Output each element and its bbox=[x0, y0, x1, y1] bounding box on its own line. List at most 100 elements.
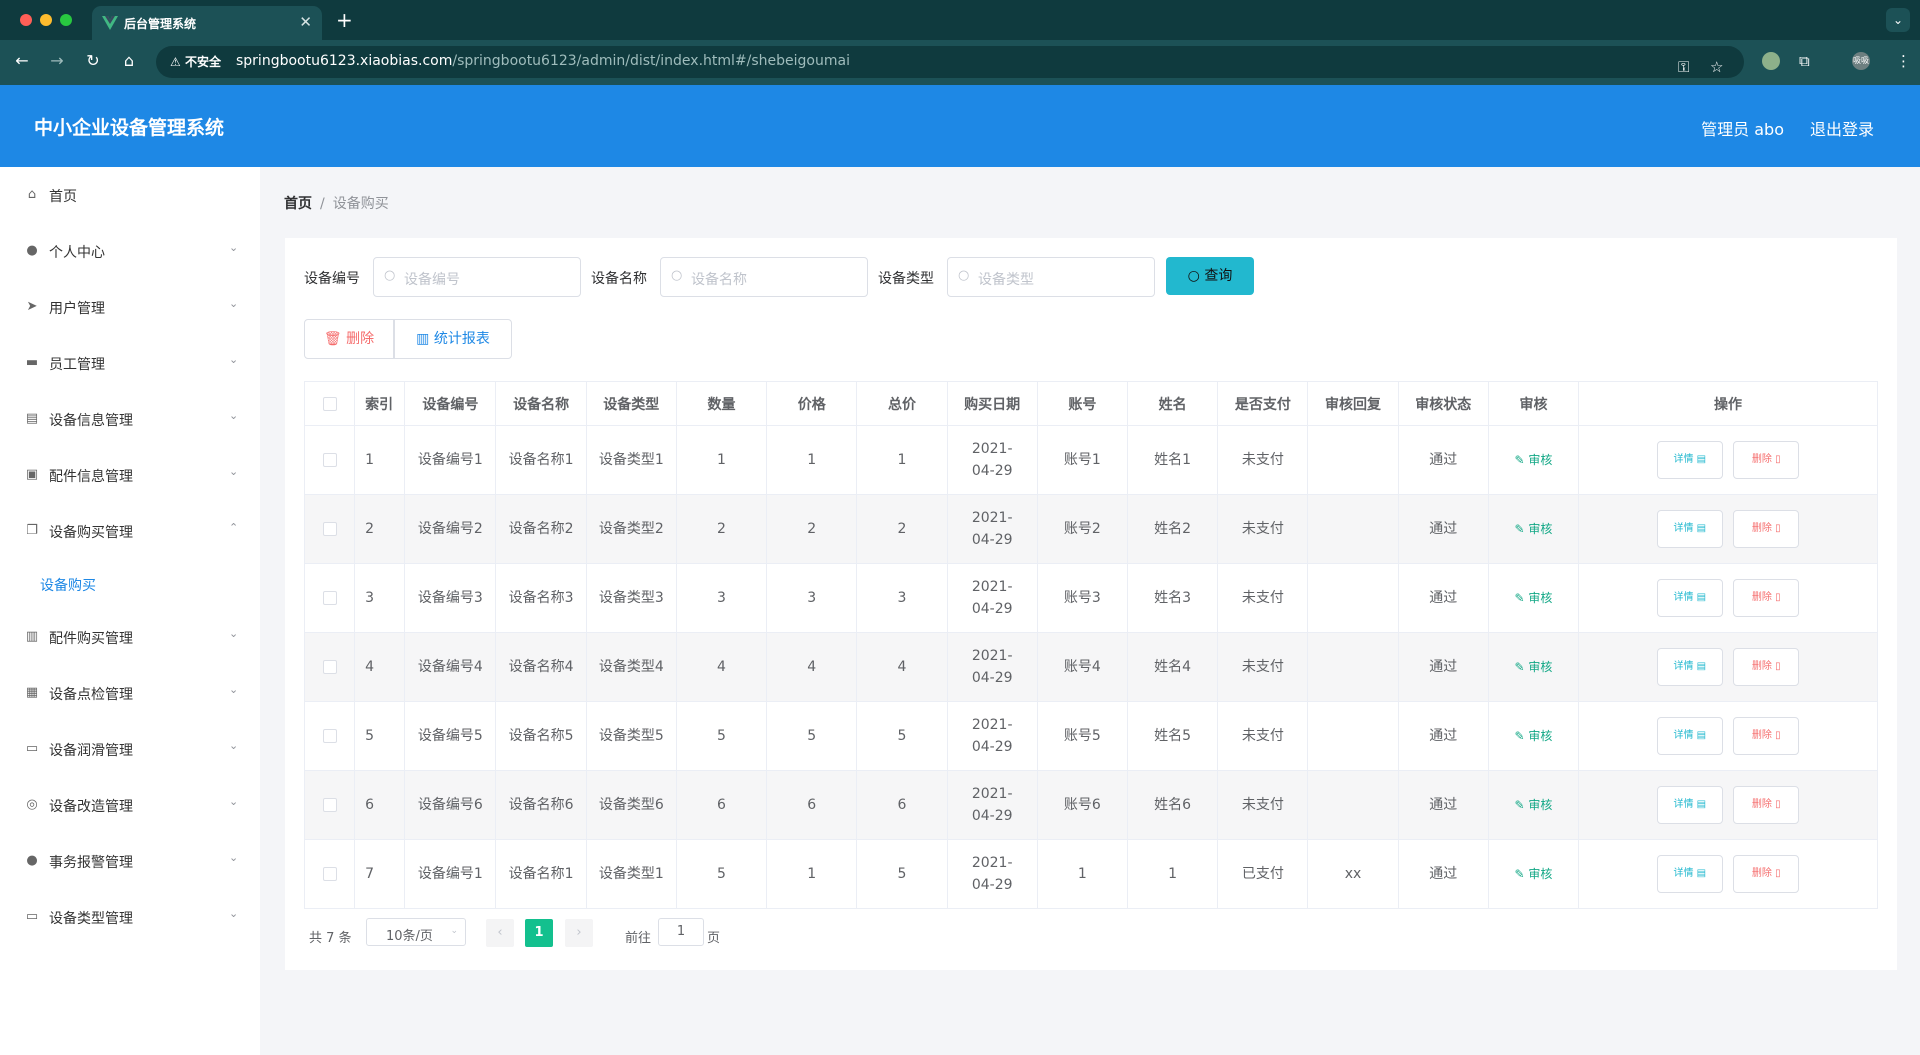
device-code-input[interactable]: ○ 设备编号 bbox=[373, 257, 581, 297]
profile-avatar[interactable]: 吸吸 bbox=[1852, 52, 1870, 70]
reload-icon[interactable]: ↻ bbox=[82, 51, 104, 70]
delete-button[interactable]: 删除 ▯ bbox=[1733, 855, 1800, 893]
sidebar-item-home[interactable]: ⌂ 首页 bbox=[0, 175, 260, 215]
browser-tab[interactable]: 后台管理系统 ✕ bbox=[92, 6, 322, 40]
prev-page-button[interactable]: ‹ bbox=[486, 919, 514, 947]
sidebar-item-device-inspection[interactable]: ▦ 设备点检管理 ⌄ bbox=[0, 673, 260, 713]
device-type-input[interactable]: ○ 设备类型 bbox=[947, 257, 1155, 297]
minimize-window-button[interactable] bbox=[40, 14, 52, 26]
detail-button[interactable]: 详情 ▤ bbox=[1656, 717, 1723, 755]
delete-button[interactable]: 删除 ▯ bbox=[1733, 510, 1800, 548]
sidebar-subitem-device-purchase[interactable]: 设备购买 bbox=[40, 575, 96, 595]
cell-type: 设备类型1 bbox=[585, 425, 677, 495]
breadcrumb-home[interactable]: 首页 bbox=[284, 196, 312, 212]
row-checkbox[interactable] bbox=[303, 563, 356, 633]
tab-search-chevron-icon[interactable]: ⌄ bbox=[1886, 8, 1910, 32]
cell-status: 通过 bbox=[1397, 425, 1489, 495]
detail-button[interactable]: 详情 ▤ bbox=[1656, 648, 1723, 686]
sidebar-item-device-info[interactable]: ▤ 设备信息管理 ⌄ bbox=[0, 399, 260, 439]
chat-icon: ▭ bbox=[25, 741, 39, 756]
sidebar-item-alarm-management[interactable]: ● 事务报警管理 ⌄ bbox=[0, 841, 260, 881]
url-field[interactable]: ⚠ 不安全 springbootu6123.xiaobias.com/sprin… bbox=[156, 46, 1744, 78]
goto-page-input[interactable]: 1 bbox=[658, 918, 704, 946]
chevron-down-icon: ⌄ bbox=[229, 907, 239, 920]
sidebar-item-user-management[interactable]: ➤ 用户管理 ⌄ bbox=[0, 287, 260, 327]
audit-link[interactable]: ✎ 审核 bbox=[1515, 522, 1553, 536]
next-page-button[interactable]: › bbox=[565, 919, 593, 947]
close-window-button[interactable] bbox=[20, 14, 32, 26]
cell-date: 2021-04-29 bbox=[946, 494, 1038, 564]
cell-index: 7 bbox=[354, 839, 406, 909]
chevron-down-icon: ⌄ bbox=[229, 851, 239, 864]
puzzle-icon[interactable]: ⧉ bbox=[1799, 52, 1810, 70]
row-checkbox[interactable] bbox=[303, 770, 356, 840]
sidebar-item-device-type[interactable]: ▭ 设备类型管理 ⌄ bbox=[0, 897, 260, 937]
chevron-up-icon: ⌃ bbox=[229, 521, 239, 534]
audit-link[interactable]: ✎ 审核 bbox=[1515, 591, 1553, 605]
sidebar-item-device-purchase[interactable]: ❐ 设备购买管理 ⌃ bbox=[0, 511, 260, 551]
audit-link[interactable]: ✎ 审核 bbox=[1515, 729, 1553, 743]
column-header: 姓名 bbox=[1126, 381, 1219, 426]
audit-link[interactable]: ✎ 审核 bbox=[1515, 660, 1553, 674]
query-button[interactable]: ○ 查询 bbox=[1166, 257, 1254, 295]
device-name-input[interactable]: ○ 设备名称 bbox=[660, 257, 868, 297]
cell-account: 账号6 bbox=[1036, 770, 1129, 840]
cell-actions: 详情 ▤ 删除 ▯ bbox=[1578, 425, 1878, 495]
row-checkbox[interactable] bbox=[303, 632, 356, 702]
detail-button[interactable]: 详情 ▤ bbox=[1656, 579, 1723, 617]
vue-logo-icon bbox=[102, 16, 118, 30]
document-icon: ▤ bbox=[1696, 868, 1707, 879]
select-all-checkbox[interactable] bbox=[303, 381, 356, 426]
key-icon[interactable]: ⚿ bbox=[1678, 58, 1689, 76]
cell-total: 6 bbox=[856, 770, 948, 840]
extension-icon[interactable] bbox=[1762, 52, 1780, 70]
stats-report-button[interactable]: ▥ 统计报表 bbox=[394, 319, 512, 359]
sidebar-item-parts-purchase[interactable]: ▥ 配件购买管理 ⌄ bbox=[0, 617, 260, 657]
cell-type: 设备类型6 bbox=[585, 770, 677, 840]
logout-link[interactable]: 退出登录 bbox=[1810, 116, 1874, 140]
forward-arrow-icon[interactable]: → bbox=[46, 51, 68, 70]
browser-menu-icon[interactable]: ⋮ bbox=[1896, 52, 1911, 70]
sidebar-item-staff-management[interactable]: ▬ 员工管理 ⌄ bbox=[0, 343, 260, 383]
column-header: 价格 bbox=[766, 381, 858, 426]
row-checkbox[interactable] bbox=[303, 839, 356, 909]
bookmark-star-icon[interactable]: ☆ bbox=[1710, 58, 1723, 76]
tab-close-icon[interactable]: ✕ bbox=[299, 13, 312, 31]
row-checkbox[interactable] bbox=[303, 701, 356, 771]
audit-link[interactable]: ✎ 审核 bbox=[1515, 453, 1553, 467]
page-number-current[interactable]: 1 bbox=[525, 919, 553, 947]
delete-button[interactable]: 删除 ▯ bbox=[1733, 717, 1800, 755]
detail-button[interactable]: 详情 ▤ bbox=[1656, 510, 1723, 548]
audit-link[interactable]: ✎ 审核 bbox=[1515, 798, 1553, 812]
new-tab-button[interactable]: + bbox=[336, 8, 353, 32]
sidebar-item-device-modification[interactable]: ◎ 设备改造管理 ⌄ bbox=[0, 785, 260, 825]
batch-delete-button[interactable]: 🗑 删除 bbox=[304, 319, 394, 359]
cell-date: 2021-04-29 bbox=[946, 425, 1038, 495]
home-icon[interactable]: ⌂ bbox=[118, 51, 140, 70]
delete-button[interactable]: 删除 ▯ bbox=[1733, 648, 1800, 686]
sidebar-item-device-lubrication[interactable]: ▭ 设备润滑管理 ⌄ bbox=[0, 729, 260, 769]
maximize-window-button[interactable] bbox=[60, 14, 72, 26]
trash-icon: ▯ bbox=[1775, 661, 1781, 672]
detail-button[interactable]: 详情 ▤ bbox=[1656, 855, 1723, 893]
row-checkbox[interactable] bbox=[303, 425, 356, 495]
query-button-label: 查询 bbox=[1204, 268, 1233, 284]
column-header: 是否支付 bbox=[1217, 381, 1309, 426]
page-size-select[interactable]: 10条/页 ⌄ bbox=[366, 918, 466, 946]
detail-button[interactable]: 详情 ▤ bbox=[1656, 786, 1723, 824]
sidebar-item-personal-center[interactable]: ● 个人中心 ⌄ bbox=[0, 231, 260, 271]
row-checkbox[interactable] bbox=[303, 494, 356, 564]
cell-qty: 1 bbox=[675, 425, 768, 495]
delete-button[interactable]: 删除 ▯ bbox=[1733, 786, 1800, 824]
column-header: 设备编号 bbox=[404, 381, 497, 426]
delete-button[interactable]: 删除 ▯ bbox=[1733, 579, 1800, 617]
audit-link[interactable]: ✎ 审核 bbox=[1515, 867, 1553, 881]
document-icon: ▤ bbox=[1696, 661, 1707, 672]
cell-reply bbox=[1307, 494, 1399, 564]
back-arrow-icon[interactable]: ← bbox=[11, 51, 33, 70]
detail-button[interactable]: 详情 ▤ bbox=[1656, 441, 1723, 479]
sidebar-item-parts-info[interactable]: ▣ 配件信息管理 ⌄ bbox=[0, 455, 260, 495]
edit-icon: ✎ bbox=[1514, 660, 1525, 674]
delete-button[interactable]: 删除 ▯ bbox=[1733, 441, 1800, 479]
insecure-badge[interactable]: ⚠ 不安全 bbox=[166, 52, 225, 72]
